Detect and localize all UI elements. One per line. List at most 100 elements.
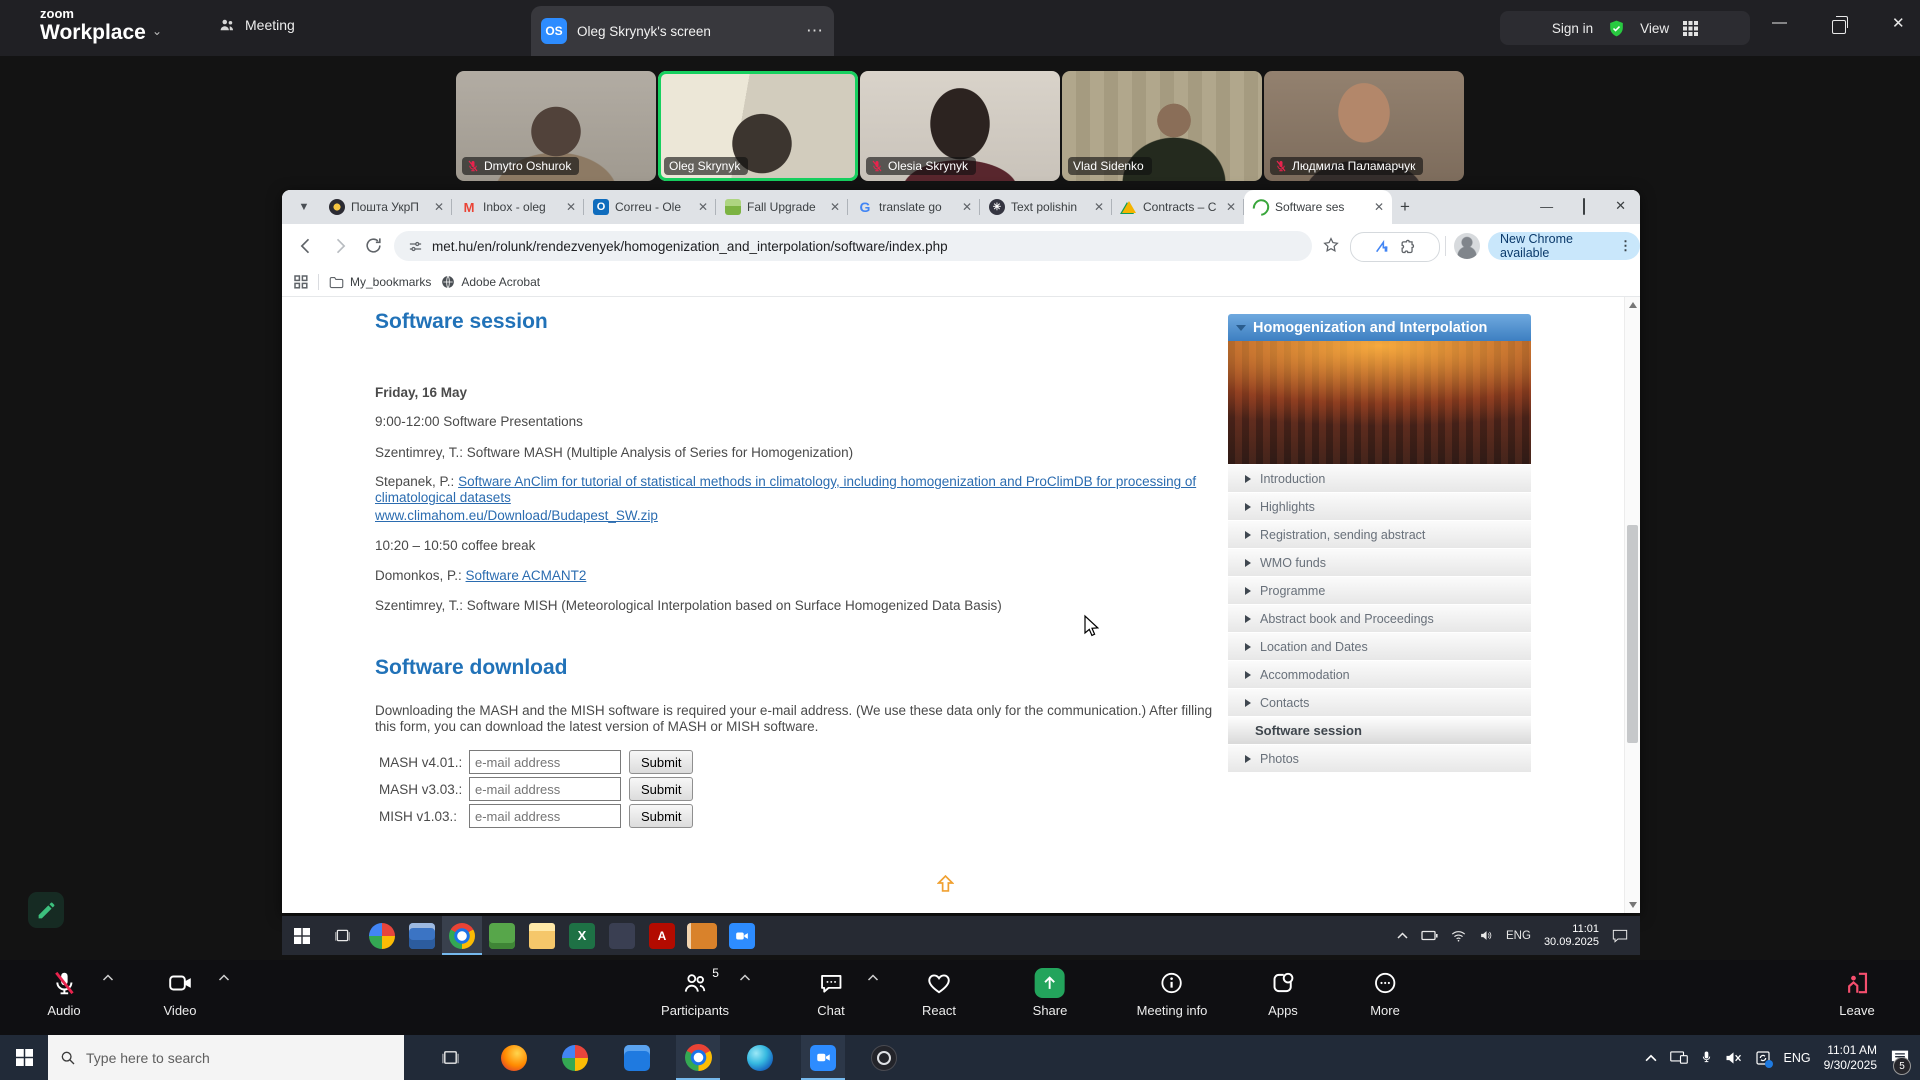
remote-battery-icon[interactable] <box>1421 930 1438 941</box>
submit-button[interactable]: Submit <box>629 750 693 774</box>
sidebar-item-programme[interactable]: Programme <box>1228 577 1531 604</box>
video-button[interactable]: Video <box>163 968 196 1018</box>
annotate-pencil-button[interactable] <box>28 892 64 928</box>
sidebar-item-wmo-funds[interactable]: WMO funds <box>1228 549 1531 576</box>
view-button[interactable]: View <box>1640 21 1669 36</box>
back-to-top-icon[interactable] <box>937 875 954 892</box>
taskbar-search-box[interactable]: Type here to search <box>48 1035 404 1080</box>
taskbar-app-zoom-icon[interactable] <box>801 1035 845 1080</box>
remote-start-button[interactable] <box>282 916 322 955</box>
audio-options-chevron-icon[interactable] <box>103 974 114 981</box>
tray-display-icon[interactable] <box>1670 1051 1688 1064</box>
video-tile[interactable]: Olesia Skrynyk <box>860 71 1060 181</box>
remote-app-notebook-icon[interactable] <box>682 916 722 955</box>
taskbar-app-obs-icon[interactable] <box>862 1035 906 1080</box>
close-tab-icon[interactable]: ✕ <box>564 200 578 214</box>
browser-close-button[interactable]: ✕ <box>1615 198 1626 214</box>
bookmark-adobe-acrobat[interactable]: Adobe Acrobat <box>441 275 540 289</box>
tray-volume-muted-icon[interactable] <box>1725 1051 1742 1065</box>
sidebar-item-highlights[interactable]: Highlights <box>1228 493 1531 520</box>
close-tab-icon[interactable]: ✕ <box>1372 200 1386 214</box>
remote-task-view-icon[interactable] <box>322 916 362 955</box>
more-button[interactable]: More <box>1370 968 1400 1018</box>
new-tab-button[interactable]: + <box>1400 197 1410 217</box>
remote-volume-icon[interactable] <box>1479 929 1493 942</box>
browser-tab[interactable]: G translate go ✕ <box>848 190 980 224</box>
taskbar-app-store-icon[interactable] <box>615 1035 659 1080</box>
sidebar-item-introduction[interactable]: Introduction <box>1228 465 1531 492</box>
tray-mic-icon[interactable] <box>1701 1050 1712 1065</box>
apps-grid-icon[interactable] <box>294 275 308 289</box>
share-button[interactable]: Share <box>1033 968 1068 1018</box>
remote-app-monitor-icon[interactable] <box>362 916 402 955</box>
site-settings-icon[interactable] <box>408 239 423 254</box>
budapest-zip-link[interactable]: www.climahom.eu/Download/Budapest_SW.zip <box>375 508 658 523</box>
participants-options-chevron-icon[interactable] <box>740 974 751 981</box>
scroll-down-icon[interactable] <box>1629 902 1637 908</box>
video-tile-active-speaker[interactable]: Oleg Skrynyk <box>658 71 858 181</box>
browser-tab-active[interactable]: Software ses ✕ <box>1244 190 1392 224</box>
performance-icon[interactable] <box>1374 239 1390 255</box>
close-tab-icon[interactable]: ✕ <box>696 200 710 214</box>
scroll-up-icon[interactable] <box>1629 302 1637 308</box>
meeting-info-button[interactable]: Meeting info <box>1137 968 1208 1018</box>
remote-clock[interactable]: 11:01 30.09.2025 <box>1544 923 1599 949</box>
close-tab-icon[interactable]: ✕ <box>1092 200 1106 214</box>
sidebar-item-photos[interactable]: Photos <box>1228 745 1531 772</box>
new-chrome-available-button[interactable]: New Chrome available ⋮ <box>1488 232 1640 260</box>
browser-tab[interactable]: Fall Upgrade ✕ <box>716 190 848 224</box>
close-tab-icon[interactable]: ✕ <box>432 200 446 214</box>
browser-tab[interactable]: O Correu - Ole ✕ <box>584 190 716 224</box>
browser-tab[interactable]: Пошта УкрП ✕ <box>320 190 452 224</box>
sidebar-header[interactable]: Homogenization and Interpolation <box>1228 314 1531 341</box>
forward-icon[interactable] <box>330 236 350 256</box>
remote-app-excel-icon[interactable]: X <box>562 916 602 955</box>
react-button[interactable]: React <box>922 968 956 1018</box>
scrollbar-thumb[interactable] <box>1627 525 1638 743</box>
restore-window-button[interactable] <box>1832 20 1846 34</box>
email-field[interactable] <box>469 777 621 801</box>
bookmark-star-icon[interactable] <box>1322 236 1340 254</box>
apps-button[interactable]: Apps <box>1268 968 1298 1018</box>
anclim-link[interactable]: Software AnClim for tutorial of statisti… <box>375 474 1196 505</box>
sidebar-item-software-session-active[interactable]: Software session <box>1228 717 1531 744</box>
browser-restore-button[interactable] <box>1583 199 1585 214</box>
view-grid-icon[interactable] <box>1683 21 1698 36</box>
language-indicator[interactable]: ENG <box>1784 1051 1811 1065</box>
remote-file-explorer-icon[interactable] <box>522 916 562 955</box>
remote-app-save-icon[interactable] <box>402 916 442 955</box>
taskbar-app-edge-icon[interactable] <box>738 1035 782 1080</box>
participants-button[interactable]: 5 Participants <box>661 968 729 1018</box>
remote-notifications-icon[interactable] <box>1612 929 1628 943</box>
close-tab-icon[interactable]: ✕ <box>828 200 842 214</box>
tab-shared-screen[interactable]: OS Oleg Skrynyk's screen ⋯ <box>531 6 834 56</box>
remote-tray-chevron-icon[interactable] <box>1397 932 1408 939</box>
browser-tab[interactable]: M Inbox - oleg ✕ <box>452 190 584 224</box>
sidebar-item-abstract-book[interactable]: Abstract book and Proceedings <box>1228 605 1531 632</box>
task-view-button[interactable] <box>428 1035 472 1080</box>
sidebar-item-registration[interactable]: Registration, sending abstract <box>1228 521 1531 548</box>
remote-app-dark-icon[interactable] <box>602 916 642 955</box>
tray-sync-icon[interactable] <box>1755 1050 1771 1066</box>
minimize-window-button[interactable]: — <box>1772 14 1787 31</box>
acmant2-link[interactable]: Software ACMANT2 <box>466 568 587 583</box>
video-tile[interactable]: Людмила Паламарчук <box>1264 71 1464 181</box>
taskbar-app-firefox-icon[interactable] <box>492 1035 536 1080</box>
browser-menu-icon[interactable]: ⋮ <box>1619 238 1632 254</box>
browser-tab[interactable]: Contracts – C ✕ <box>1112 190 1244 224</box>
remote-app-chrome-icon[interactable] <box>442 916 482 955</box>
remote-wifi-icon[interactable] <box>1451 930 1466 942</box>
sidebar-item-location-dates[interactable]: Location and Dates <box>1228 633 1531 660</box>
audio-button[interactable]: Audio <box>47 968 80 1018</box>
taskbar-clock[interactable]: 11:01 AM 9/30/2025 <box>1824 1043 1877 1073</box>
tab-options-icon[interactable]: ⋯ <box>806 21 824 41</box>
profile-avatar[interactable] <box>1454 233 1480 259</box>
submit-button[interactable]: Submit <box>629 804 693 828</box>
video-tile[interactable]: Vlad Sidenko <box>1062 71 1262 181</box>
tab-meeting[interactable]: Meeting <box>218 16 295 34</box>
sidebar-item-contacts[interactable]: Contacts <box>1228 689 1531 716</box>
sidebar-item-accommodation[interactable]: Accommodation <box>1228 661 1531 688</box>
remote-app-notes-icon[interactable] <box>482 916 522 955</box>
taskbar-app-photos-icon[interactable] <box>553 1035 597 1080</box>
workspace-chevron-down-icon[interactable]: ⌄ <box>152 24 162 38</box>
